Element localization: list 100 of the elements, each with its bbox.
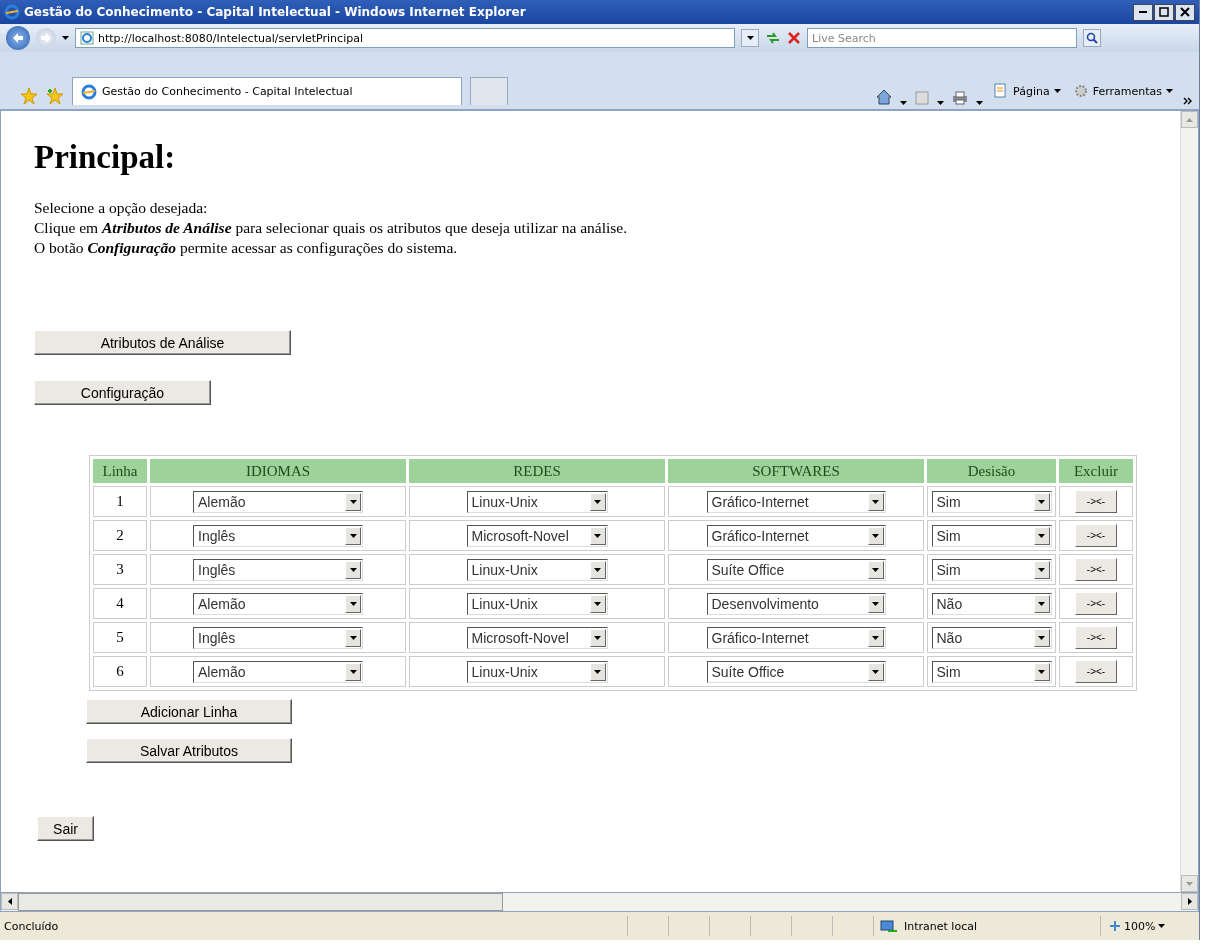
dropdown-arrow-icon bbox=[594, 499, 601, 504]
dropdown[interactable]: Inglês bbox=[193, 626, 363, 649]
stop-icon[interactable] bbox=[787, 31, 801, 45]
dropdown-arrow-icon bbox=[594, 669, 601, 674]
home-icon[interactable] bbox=[876, 89, 893, 105]
horizontal-scrollbar[interactable] bbox=[0, 893, 1199, 912]
address-field[interactable]: http://localhost:8080/Intelectual/servletPrincipal bbox=[75, 28, 735, 48]
search-button[interactable] bbox=[1083, 29, 1101, 47]
action-button[interactable]: Adicionar Linha bbox=[86, 699, 292, 724]
caret-icon[interactable] bbox=[900, 101, 908, 105]
dropdown-arrow-icon bbox=[349, 533, 357, 538]
dropdown-arrow-icon bbox=[594, 601, 601, 606]
minimize-icon bbox=[1139, 11, 1147, 13]
dropdown[interactable]: Sim bbox=[931, 558, 1052, 581]
delete-row-button[interactable]: -><- bbox=[1075, 558, 1117, 581]
dropdown[interactable]: Gráfico-Internet bbox=[706, 626, 886, 649]
dropdown[interactable]: Suíte Office bbox=[706, 660, 886, 683]
dropdown[interactable]: Microsoft-Novel bbox=[466, 626, 608, 649]
table-cell: 4 bbox=[93, 588, 147, 619]
address-dropdown-button[interactable] bbox=[741, 29, 759, 47]
dropdown[interactable]: Inglês bbox=[193, 558, 363, 581]
dropdown[interactable]: Não bbox=[931, 626, 1052, 649]
action-button[interactable]: Atributos de Análise bbox=[34, 330, 291, 355]
dropdown-arrow-icon bbox=[349, 635, 357, 640]
browser-logo-icon bbox=[81, 83, 97, 100]
dropdown-arrow-icon bbox=[872, 567, 879, 572]
dropdown[interactable]: Suíte Office bbox=[706, 558, 886, 581]
maximize-button[interactable] bbox=[1154, 3, 1174, 21]
caret-icon[interactable] bbox=[937, 101, 945, 105]
scroll-down-icon[interactable] bbox=[1186, 881, 1193, 886]
command-menu[interactable]: Página bbox=[991, 77, 1063, 105]
zoom-control[interactable]: 100% bbox=[1100, 916, 1189, 936]
dropdown[interactable]: Alemão bbox=[193, 660, 363, 683]
dropdown[interactable]: Linux-Unix bbox=[466, 490, 608, 513]
dropdown-caret-icon[interactable] bbox=[62, 36, 69, 40]
add-favorite-icon[interactable] bbox=[46, 87, 64, 105]
delete-row-button[interactable]: -><- bbox=[1075, 660, 1117, 683]
network-icon bbox=[880, 919, 898, 933]
back-button[interactable] bbox=[6, 26, 30, 50]
action-button[interactable]: Salvar Atributos bbox=[86, 738, 292, 763]
command-menu[interactable]: Ferramentas bbox=[1070, 77, 1175, 105]
printer-icon[interactable] bbox=[952, 91, 969, 105]
table-cell: 6 bbox=[93, 656, 147, 687]
dropdown[interactable]: Linux-Unix bbox=[466, 558, 608, 581]
dropdown[interactable]: Alemão bbox=[193, 490, 363, 513]
dropdown[interactable]: Desenvolvimento bbox=[706, 592, 886, 615]
scroll-up-icon[interactable] bbox=[1186, 117, 1193, 122]
dropdown-arrow-icon bbox=[594, 567, 601, 572]
caret-icon bbox=[746, 36, 754, 40]
exit-button[interactable]: Sair bbox=[37, 816, 94, 841]
browser-tab[interactable]: Gestão do Conhecimento - Capital Intelectual bbox=[72, 77, 462, 105]
dropdown[interactable]: Linux-Unix bbox=[466, 592, 608, 615]
maximize-icon bbox=[1159, 7, 1169, 17]
instruction-text: Clique em Atributos de Análise para selecionar quais os atributos que deseja utilizar na análise. bbox=[34, 218, 629, 238]
vertical-scrollbar[interactable] bbox=[1180, 111, 1198, 892]
favorites-star-icon[interactable] bbox=[20, 87, 38, 105]
status-text: Concluído bbox=[3, 919, 60, 933]
chevron-icon[interactable] bbox=[1183, 97, 1193, 105]
back-arrow-icon bbox=[12, 32, 24, 44]
caret-icon bbox=[1053, 89, 1061, 93]
delete-row-button[interactable]: -><- bbox=[1075, 626, 1117, 649]
dropdown[interactable]: Sim bbox=[931, 524, 1052, 547]
forward-arrow-icon bbox=[40, 32, 52, 44]
dropdown[interactable]: Gráfico-Internet bbox=[706, 524, 886, 547]
dropdown[interactable]: Não bbox=[931, 592, 1052, 615]
column-header: IDIOMAS bbox=[150, 459, 406, 483]
security-zone-text: Intranet local bbox=[904, 919, 977, 933]
dropdown[interactable]: Alemão bbox=[193, 592, 363, 615]
column-header: SOFTWARES bbox=[668, 459, 924, 483]
dropdown[interactable]: Linux-Unix bbox=[466, 660, 608, 683]
dropdown-arrow-icon bbox=[1038, 669, 1045, 674]
column-header: Desisão bbox=[927, 459, 1056, 483]
delete-row-button[interactable]: -><- bbox=[1075, 592, 1117, 615]
minimize-button[interactable] bbox=[1133, 3, 1153, 21]
dropdown-arrow-icon bbox=[872, 669, 879, 674]
action-button[interactable]: Configuração bbox=[34, 380, 211, 405]
scroll-left-icon[interactable] bbox=[7, 898, 12, 905]
column-header: Linha bbox=[93, 459, 147, 483]
delete-row-button[interactable]: -><- bbox=[1075, 524, 1117, 547]
caret-icon bbox=[1158, 924, 1166, 928]
dropdown[interactable]: Gráfico-Internet bbox=[706, 490, 886, 513]
dropdown[interactable]: Sim bbox=[931, 490, 1052, 513]
scroll-right-icon[interactable] bbox=[1187, 898, 1192, 905]
caret-icon[interactable] bbox=[976, 101, 984, 105]
search-field[interactable]: Live Search bbox=[807, 28, 1077, 48]
column-header: Excluir bbox=[1059, 459, 1133, 483]
dropdown[interactable]: Sim bbox=[931, 660, 1052, 683]
close-button[interactable] bbox=[1175, 3, 1195, 21]
page-icon bbox=[80, 31, 94, 45]
delete-row-button[interactable]: -><- bbox=[1075, 490, 1117, 513]
dropdown[interactable]: Microsoft-Novel bbox=[466, 524, 608, 547]
dropdown[interactable]: Inglês bbox=[193, 524, 363, 547]
dropdown-arrow-icon bbox=[349, 601, 357, 606]
dropdown-arrow-icon bbox=[349, 499, 357, 504]
table-cell: 2 bbox=[93, 520, 147, 551]
refresh-icon[interactable] bbox=[765, 31, 781, 45]
search-icon bbox=[1086, 32, 1098, 44]
dropdown-arrow-icon bbox=[349, 669, 357, 674]
caret-icon bbox=[1166, 89, 1173, 93]
scroll-thumb[interactable] bbox=[18, 893, 503, 911]
